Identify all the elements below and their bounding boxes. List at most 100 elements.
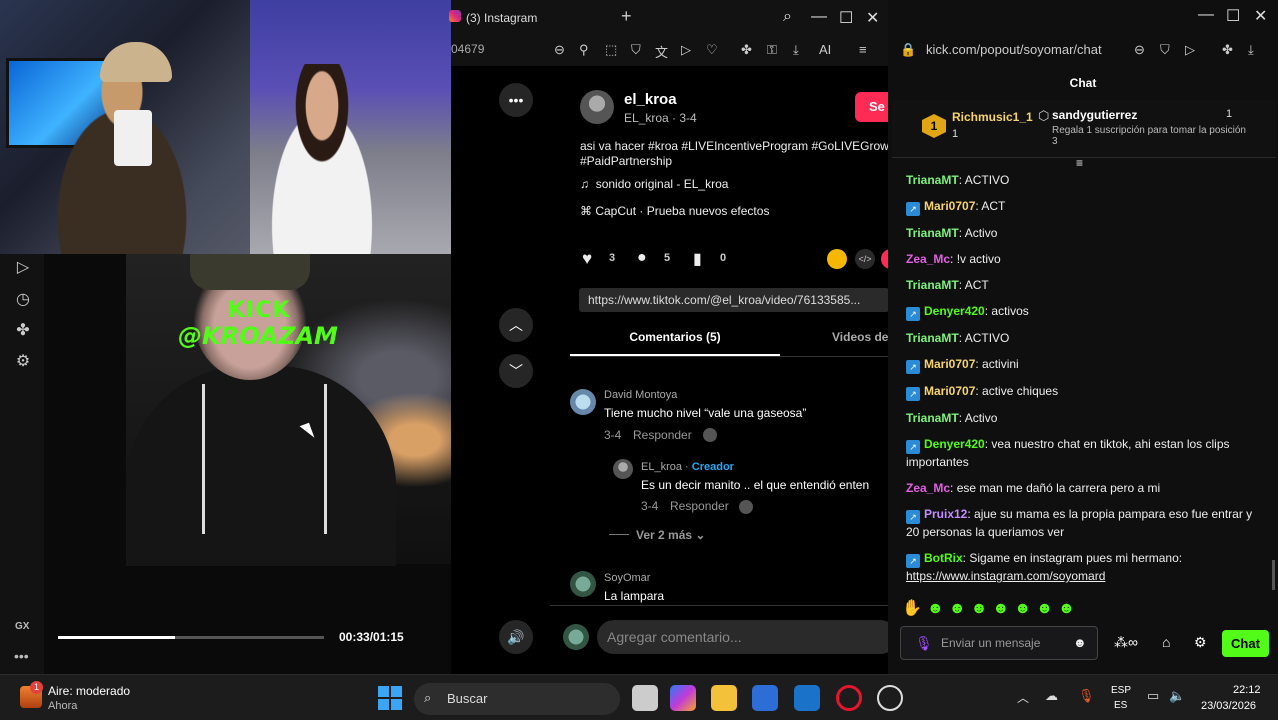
file-explorer-icon[interactable]	[711, 685, 737, 711]
cloud-icon[interactable]: ☁	[1045, 688, 1058, 704]
chat-username[interactable]: Zea_Mc	[906, 252, 950, 266]
taskbar-search[interactable]: ⌕ Buscar	[414, 683, 620, 715]
chat-username[interactable]: Pruix12	[924, 507, 967, 521]
comment-avatar[interactable]	[570, 389, 596, 415]
microphone-icon[interactable]: 🎙	[1078, 688, 1095, 704]
message-input[interactable]: 🎙 Enviar un mensaje ☻	[900, 626, 1098, 660]
collapse-icon[interactable]: ≡	[1076, 156, 1083, 170]
rank-user[interactable]: Richmusic1_1	[952, 110, 1033, 124]
chat-username[interactable]: TrianaMT	[906, 278, 959, 292]
download-icon[interactable]: ⤓	[1248, 42, 1254, 58]
copilot-icon[interactable]	[670, 685, 696, 711]
chevron-up-icon[interactable]: ︿	[1017, 689, 1029, 706]
lock-icon[interactable]: 🔒	[900, 42, 916, 58]
view-more-replies[interactable]: Ver 2 más ⌄	[636, 528, 705, 542]
tab-comments[interactable]: Comentarios (5)	[570, 322, 780, 356]
clock-time[interactable]: 22:12	[1233, 684, 1261, 696]
download-icon[interactable]: ⤓	[793, 42, 799, 58]
chat-username[interactable]: Mari0707	[924, 357, 975, 371]
translate-icon[interactable]: 文	[655, 42, 668, 61]
chat-link[interactable]: https://www.instagram.com/soyomard	[906, 569, 1105, 583]
snapshot-icon[interactable]: ⬚	[605, 42, 617, 58]
bookmark-icon[interactable]: ▮	[693, 249, 702, 269]
microphone-icon[interactable]: 🎙	[915, 635, 933, 652]
url[interactable]: kick.com/popout/soyomar/chat	[926, 42, 1102, 57]
scrollbar[interactable]	[1272, 560, 1275, 590]
chat-username[interactable]: TrianaMT	[906, 173, 959, 187]
chat-username[interactable]: TrianaMT	[906, 331, 959, 345]
shield-icon[interactable]: ⛉	[1160, 42, 1170, 58]
reply-author[interactable]: EL_kroa · Creador	[641, 461, 734, 473]
history-icon[interactable]: ◷	[13, 290, 33, 310]
send-icon[interactable]: ▷	[1185, 42, 1195, 58]
share-url[interactable]: https://www.tiktok.com/@el_kroa/video/76…	[579, 288, 889, 312]
extensions-icon[interactable]: ✤	[13, 321, 33, 341]
minimize-icon[interactable]: —	[1198, 6, 1214, 24]
opera-icon[interactable]	[836, 685, 862, 711]
volume-icon[interactable]: 🔈	[1169, 688, 1185, 704]
emote-bar[interactable]: ✋☻☻☻☻☻☻☻	[902, 598, 1142, 620]
sound-row[interactable]: ♫ sonido original - EL_kroa	[580, 177, 728, 191]
maximize-icon[interactable]: ☐	[1226, 6, 1240, 26]
more-options-icon[interactable]: •••	[499, 83, 533, 117]
gift-icon[interactable]	[827, 249, 847, 269]
reaction-icon[interactable]	[703, 428, 717, 442]
minimize-icon[interactable]: —	[811, 8, 827, 26]
chat-username[interactable]: Zea_Mc	[906, 481, 950, 495]
zoom-icon[interactable]: ⊖	[1134, 42, 1145, 58]
task-view-icon[interactable]	[632, 685, 658, 711]
reply-avatar[interactable]	[613, 459, 633, 479]
comment-icon[interactable]: ●	[637, 249, 647, 267]
volume-icon[interactable]: 🔊	[499, 620, 533, 654]
extensions-icon[interactable]: ✤	[1222, 42, 1233, 58]
infinity-icon[interactable]: ⁂∞	[1114, 634, 1138, 651]
player-icon[interactable]: ▷	[13, 258, 33, 278]
chat-username[interactable]: Mari0707	[924, 199, 975, 213]
zoom-icon[interactable]: ⊖	[554, 42, 565, 58]
settings-icon[interactable]: ⚙	[1194, 634, 1207, 651]
chat-username[interactable]: TrianaMT	[906, 226, 959, 240]
new-tab-icon[interactable]: +	[621, 6, 632, 27]
start-icon[interactable]	[378, 686, 402, 710]
pin-icon[interactable]: ⚲	[579, 42, 589, 58]
reply-button[interactable]: Responder	[633, 428, 692, 442]
next-video-icon[interactable]: ﹀	[499, 354, 533, 388]
more-icon[interactable]: •••	[14, 648, 29, 664]
search-icon[interactable]: ⌕	[783, 8, 792, 26]
extensions-icon[interactable]: ✤	[741, 42, 752, 58]
menu-icon[interactable]: ≡	[859, 42, 867, 57]
outlook-icon[interactable]	[794, 685, 820, 711]
heart-icon[interactable]: ♡	[706, 42, 718, 58]
store-app-icon[interactable]	[752, 685, 778, 711]
settings-icon[interactable]: ⚙	[13, 352, 33, 372]
language-top[interactable]: ESP	[1111, 685, 1131, 696]
chat-send-button[interactable]: Chat	[1222, 630, 1269, 657]
video-progress-bar[interactable]	[58, 636, 324, 639]
shield-icon[interactable]: ⛉	[631, 42, 641, 58]
effect-row[interactable]: ⌘ CapCut · Prueba nuevos efectos	[580, 204, 769, 218]
send-icon[interactable]: ▷	[681, 42, 691, 58]
store-icon[interactable]: ⌂	[1162, 634, 1170, 650]
close-icon[interactable]: ✕	[1254, 6, 1267, 26]
tab-title[interactable]: (3) Instagram	[466, 11, 537, 25]
comment-author[interactable]: SoyOmar	[604, 572, 650, 584]
emoji-icon[interactable]: ☻	[1073, 635, 1087, 650]
opera-gx-icon[interactable]	[877, 685, 903, 711]
close-icon[interactable]: ✕	[866, 8, 879, 28]
maximize-icon[interactable]: ☐	[839, 8, 853, 28]
comment-author[interactable]: David Montoya	[604, 389, 677, 401]
chat-username[interactable]: BotRix	[924, 551, 963, 565]
reply-reply-button[interactable]: Responder	[670, 499, 729, 513]
chat-username[interactable]: Denyer420	[924, 437, 985, 451]
network-icon[interactable]: ▭	[1147, 688, 1159, 704]
author-avatar[interactable]	[580, 90, 614, 124]
gifter-name[interactable]: sandygutierrez	[1052, 108, 1137, 122]
chat-username[interactable]: TrianaMT	[906, 411, 959, 425]
tab-videos[interactable]: Videos de	[832, 322, 888, 356]
like-icon[interactable]: ♥	[582, 249, 592, 269]
weather-title[interactable]: Aire: moderado	[48, 684, 130, 698]
previous-video-icon[interactable]: ︿	[499, 308, 533, 342]
chat-username[interactable]: Denyer420	[924, 304, 985, 318]
lock-icon[interactable]: ⚿	[767, 42, 777, 58]
embed-icon[interactable]: </>	[855, 249, 875, 269]
